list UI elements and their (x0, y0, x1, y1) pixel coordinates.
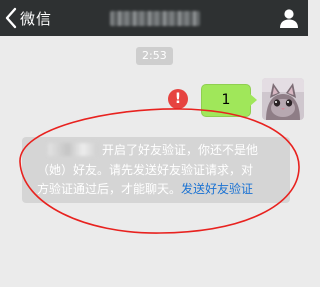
notice-line-1: 开启了好友验证，你还不是他 (102, 143, 259, 157)
notice-line-3: 方验证通过后，才能聊天。发送好友验证 (37, 181, 253, 197)
message-bubble[interactable]: 1 (201, 84, 251, 117)
top-navigation-bar: 微信 (0, 0, 308, 36)
back-button-label: 微信 (20, 9, 53, 28)
chat-title-redacted (110, 11, 200, 26)
person-icon[interactable] (278, 7, 300, 29)
exclamation-error-icon[interactable]: ! (168, 89, 188, 109)
cat-avatar-image (262, 78, 304, 120)
message-timestamp: 2:53 (136, 47, 173, 65)
notice-line-2: （她）好友。请先发送好友验证请求，对 (37, 163, 254, 177)
avatar[interactable] (262, 78, 304, 120)
contact-name-redacted (48, 143, 98, 156)
notice-line-3-text: 方验证通过后，才能聊天。 (37, 182, 182, 196)
send-verification-link[interactable]: 发送好友验证 (181, 182, 253, 196)
back-button[interactable]: 微信 (4, 5, 52, 31)
chevron-left-icon (5, 7, 17, 29)
message-bubble-tail (250, 94, 257, 106)
